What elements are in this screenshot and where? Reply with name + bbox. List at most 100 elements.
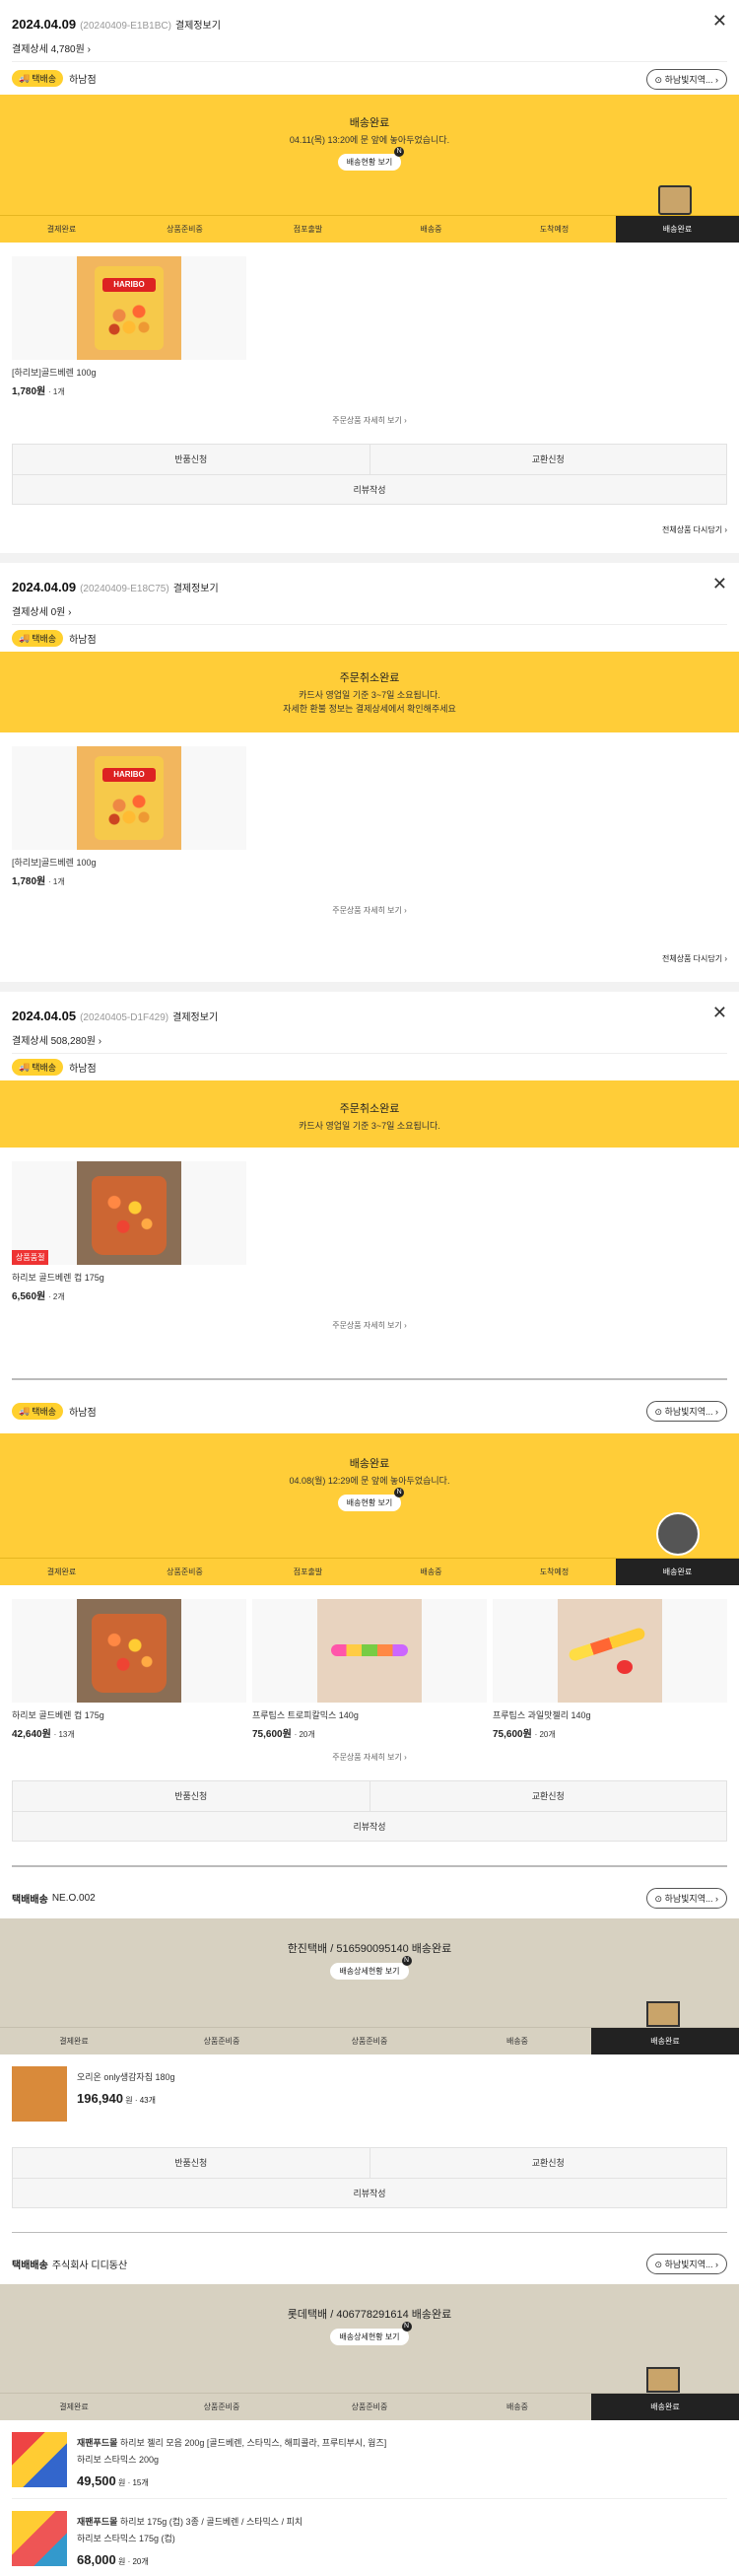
store-row: 🚚 택배송 하남점 bbox=[12, 624, 727, 652]
delivery-detail-button[interactable]: 배송상세현황 보기 N bbox=[330, 1956, 412, 1980]
location-label: 하남빛지역... bbox=[664, 1894, 713, 1904]
product-image[interactable] bbox=[12, 1599, 246, 1703]
location-button[interactable]: ⊙ 하남빛지역... › bbox=[645, 1888, 727, 1909]
banner-title: 주문취소완료 bbox=[339, 1103, 400, 1115]
truck-icon: 🚚 bbox=[19, 633, 31, 643]
payment-detail-link[interactable]: 결제상세 508,280원 › bbox=[12, 1032, 727, 1047]
banner-subtitle: 04.11(목) 13:20에 문 앞에 놓아두었습니다. bbox=[289, 135, 450, 145]
review-button[interactable]: 리뷰작성 bbox=[12, 475, 727, 505]
brand-name: 재팬푸드몰 bbox=[77, 2438, 118, 2448]
exchange-button[interactable]: 교환신청 bbox=[369, 445, 726, 474]
truck-icon: 🚚 bbox=[19, 73, 31, 83]
rebuy-all-link[interactable]: 전체상품 다시담기 › bbox=[12, 524, 727, 535]
order-detail-link[interactable]: 결제정보기 bbox=[175, 21, 221, 32]
order-item[interactable]: 재팬푸드몰 하리보 175g (컵) 3종 / 골드베렌 / 스타믹스 / 피치… bbox=[12, 2511, 727, 2567]
delivery-photo-thumb[interactable] bbox=[656, 1512, 700, 1556]
product-name[interactable]: 프루팁스 과일맛젤리 140g bbox=[493, 1708, 727, 1721]
order-items-detail-link[interactable]: 주문상품 자세히 보기 › bbox=[12, 1752, 727, 1763]
review-button[interactable]: 리뷰작성 bbox=[12, 2179, 727, 2208]
product-name[interactable]: [하리보]골드베렌 100g bbox=[12, 856, 727, 869]
banner-title: 주문취소완료 bbox=[339, 672, 400, 684]
location-button[interactable]: ⊙ 하남빛지역... › bbox=[645, 69, 727, 90]
section-divider bbox=[0, 982, 739, 992]
product-photo bbox=[558, 1599, 662, 1703]
order-item[interactable]: 오리온 only생감자칩 180g 196,940 원 · 43개 bbox=[12, 2066, 727, 2122]
review-button[interactable]: 리뷰작성 bbox=[12, 1812, 727, 1842]
order-detail-link[interactable]: 결제정보기 bbox=[173, 584, 219, 594]
button-label: 배송상세현황 보기 bbox=[339, 2332, 400, 2341]
status-banner: 주문취소완료 카드사 영업일 기준 3~7일 소요됩니다. 자세한 환불 정보는… bbox=[0, 652, 739, 732]
exchange-button[interactable]: 교환신청 bbox=[369, 1781, 726, 1811]
new-dot-icon: N bbox=[401, 1956, 412, 1966]
rebuy-all-link[interactable]: 전체상품 다시담기 › bbox=[12, 953, 727, 964]
order-items-detail-link[interactable]: 주문상품 자세히 보기 › bbox=[12, 1320, 727, 1331]
store-name: 하남점 bbox=[69, 1064, 97, 1075]
exchange-button[interactable]: 교환신청 bbox=[369, 2148, 726, 2178]
qty-value: 20개 bbox=[299, 1730, 315, 1739]
delivery-detail-button[interactable]: 배송상세현황 보기 N bbox=[330, 2322, 412, 2345]
section-divider bbox=[0, 553, 739, 563]
order-items-detail-link[interactable]: 주문상품 자세히 보기 › bbox=[12, 415, 727, 426]
pin-icon: ⊙ bbox=[654, 1407, 663, 1417]
divider bbox=[12, 2498, 727, 2499]
qty-value: 15개 bbox=[132, 2478, 149, 2487]
qty-value: 20개 bbox=[132, 2557, 149, 2566]
badge-label: 택배송 bbox=[32, 634, 57, 644]
close-icon[interactable]: ✕ bbox=[712, 12, 727, 30]
store-row: 🚚 택배송 하남점 bbox=[12, 1053, 727, 1080]
product-photo: HARIBO bbox=[77, 746, 181, 850]
close-icon[interactable]: ✕ bbox=[712, 575, 727, 592]
return-button[interactable]: 반품신청 bbox=[13, 445, 370, 474]
delivery-bag-icon bbox=[658, 185, 692, 215]
return-button[interactable]: 반품신청 bbox=[13, 1781, 370, 1811]
divider bbox=[12, 2232, 727, 2233]
return-button[interactable]: 반품신청 bbox=[13, 2148, 370, 2178]
order-date: 2024.04.09 bbox=[12, 580, 77, 594]
qty-value: 43개 bbox=[139, 2096, 156, 2105]
banner-title: 한진택배 / 516590095140 배송완료 bbox=[287, 1943, 452, 1955]
order-card: 2024.04.09 (20240409-E1B1BC) 결제정보기 결제상세 4,… bbox=[0, 0, 739, 563]
step: 도착예정 bbox=[539, 225, 570, 234]
divider bbox=[12, 1865, 727, 1867]
product-title: 하리보 젤리 모음 200g [골드베렌, 스타믹스, 해피콜라, 프루티부시,… bbox=[119, 2438, 387, 2448]
product-price: 1,780원 · 1개 bbox=[12, 386, 65, 397]
order-number: (20240409-E18C75) bbox=[80, 584, 169, 594]
badge-label: 택배송 bbox=[32, 74, 57, 84]
product-image[interactable]: HARIBO bbox=[12, 256, 246, 360]
step: 결제완료 bbox=[59, 2037, 89, 2046]
new-dot-icon: N bbox=[394, 147, 405, 157]
product-card[interactable]: 하리보 골드베렌 컵 175g 42,640원 · 13개 bbox=[12, 1599, 246, 1740]
product-card[interactable]: 프루팁스 과일맛젤리 140g 75,600원 · 20개 bbox=[493, 1599, 727, 1740]
product-option: 하리보 스타믹스 175g (컵) bbox=[77, 2534, 175, 2543]
delivery-status-button[interactable]: 배송현황 보기 N bbox=[337, 1488, 405, 1511]
order-items-detail-link[interactable]: 주문상품 자세히 보기 › bbox=[12, 905, 727, 916]
order-card: 2024.04.09 (20240409-E18C75) 결제정보기 결제상세 0원… bbox=[0, 563, 739, 992]
product-image[interactable] bbox=[493, 1599, 727, 1703]
step-active: 배송완료 bbox=[591, 2394, 739, 2420]
delivery-status-button[interactable]: 배송현황 보기 N bbox=[337, 147, 405, 171]
product-price: 1,780원 · 1개 bbox=[12, 876, 65, 887]
product-image[interactable]: 상품품절 bbox=[12, 1161, 246, 1265]
product-option: 하리보 스타믹스 200g bbox=[77, 2455, 159, 2465]
product-name[interactable]: 하리보 골드베렌 컵 175g bbox=[12, 1271, 727, 1284]
location-button[interactable]: ⊙ 하남빛지역... › bbox=[645, 2254, 727, 2274]
payment-detail-link[interactable]: 결제상세 4,780원 › bbox=[12, 40, 727, 55]
seller-name: NE.O.002 bbox=[51, 1892, 96, 1904]
payment-detail-link[interactable]: 결제상세 0원 › bbox=[12, 603, 727, 618]
product-name[interactable]: 프루팁스 트로피칼믹스 140g bbox=[252, 1708, 487, 1721]
product-title: 하리보 175g (컵) 3종 / 골드베렌 / 스타믹스 / 피치 bbox=[119, 2517, 303, 2527]
divider bbox=[12, 1378, 727, 1380]
product-image[interactable] bbox=[252, 1599, 487, 1703]
product-card[interactable]: 프루팁스 트로피칼믹스 140g 75,600원 · 20개 bbox=[252, 1599, 487, 1740]
product-name[interactable]: [하리보]골드베렌 100g bbox=[12, 366, 727, 379]
step: 상품준비중 bbox=[203, 2402, 240, 2411]
step: 배송중 bbox=[420, 1567, 442, 1576]
close-icon[interactable]: ✕ bbox=[712, 1004, 727, 1021]
product-image[interactable]: HARIBO bbox=[12, 746, 246, 850]
order-item[interactable]: 재팬푸드몰 하리보 젤리 모음 200g [골드베렌, 스타믹스, 해피콜라, … bbox=[12, 2432, 727, 2488]
order-detail-link[interactable]: 결제정보기 bbox=[172, 1012, 218, 1023]
product-name[interactable]: 하리보 골드베렌 컵 175g bbox=[12, 1708, 246, 1721]
location-button[interactable]: ⊙ 하남빛지역... › bbox=[645, 1401, 727, 1422]
store-name: 하남점 bbox=[69, 75, 97, 86]
delivery-badge: 🚚 택배송 bbox=[12, 70, 64, 87]
